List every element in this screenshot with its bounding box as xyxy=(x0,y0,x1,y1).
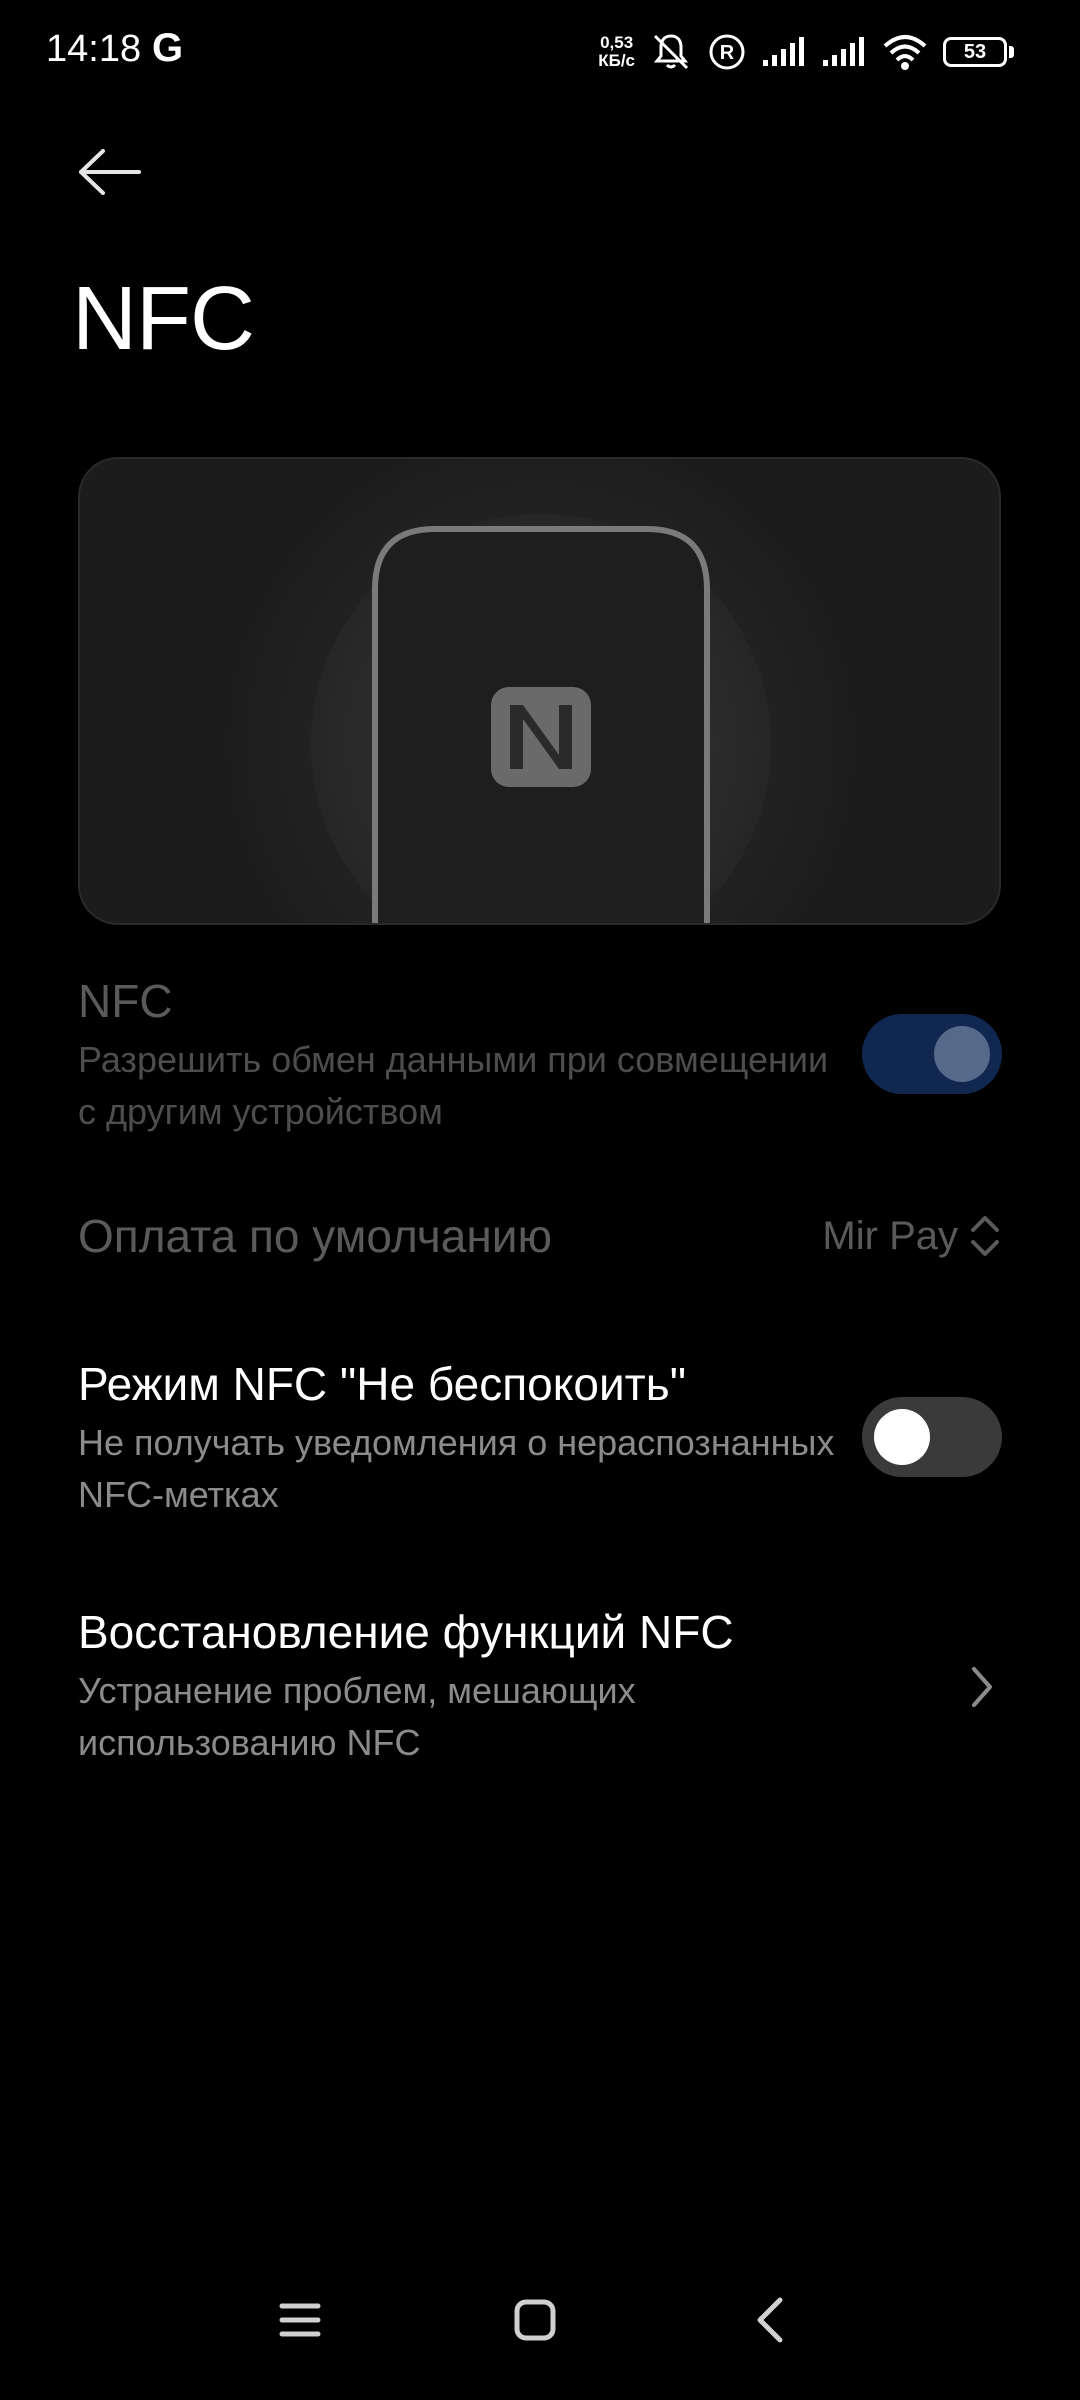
chevron-left-icon xyxy=(757,2297,783,2343)
chevron-right-icon xyxy=(972,1667,992,1707)
default-payment-row[interactable]: Оплата по умолчанию Mir Pay xyxy=(78,1207,1002,1267)
status-time: 14:18 xyxy=(46,28,142,70)
navigation-bar xyxy=(0,2270,1080,2400)
home-button[interactable] xyxy=(485,2270,585,2370)
default-payment-value: Mir Pay xyxy=(822,1213,958,1258)
network-speed-value: 0,53 xyxy=(600,33,634,52)
back-button[interactable] xyxy=(70,136,150,208)
nfc-dnd-row[interactable]: Режим NFC "Не беспокоить" Не получать ув… xyxy=(78,1355,1002,1525)
arrow-left-icon xyxy=(79,149,141,195)
wifi-icon xyxy=(883,35,927,70)
google-icon: G xyxy=(152,26,184,70)
network-speed: 0,53 КБ/с xyxy=(598,34,635,70)
signal-icon xyxy=(823,37,864,66)
nfc-illustration xyxy=(78,457,1001,925)
network-speed-unit: КБ/с xyxy=(598,51,635,70)
svg-text:R: R xyxy=(720,42,735,64)
home-square-icon xyxy=(514,2299,556,2341)
roaming-icon: R xyxy=(709,34,745,70)
nfc-logo-icon xyxy=(491,687,591,787)
nfc-phone-illustration xyxy=(221,459,861,923)
menu-icon xyxy=(279,2303,321,2337)
status-bar: 14:18 G 0,53 КБ/с R 53 xyxy=(0,0,1080,100)
status-icons: 0,53 КБ/с R 53 xyxy=(598,30,1014,74)
nfc-restore-row[interactable]: Восстановление функций NFC Устранение пр… xyxy=(78,1603,1002,1773)
default-payment-selector[interactable]: Mir Pay xyxy=(822,1207,1002,1265)
toggle-knob xyxy=(874,1409,930,1465)
page-title: NFC xyxy=(72,269,255,369)
nfc-setting-row[interactable]: NFC Разрешить обмен данными при совмещен… xyxy=(78,972,1002,1142)
back-nav-button[interactable] xyxy=(720,2270,820,2370)
nfc-dnd-toggle[interactable] xyxy=(862,1397,1002,1477)
nfc-toggle[interactable] xyxy=(862,1014,1002,1094)
nfc-setting-title: NFC xyxy=(78,975,173,1027)
nfc-restore-subtitle: Устранение проблем, мешающих использован… xyxy=(78,1670,636,1763)
battery-icon: 53 xyxy=(943,37,1007,67)
silent-icon xyxy=(653,34,689,70)
toggle-knob xyxy=(934,1026,990,1082)
up-down-chevron-icon xyxy=(971,1216,999,1256)
recents-button[interactable] xyxy=(250,2270,350,2370)
signal-icon xyxy=(763,37,804,66)
nfc-restore-title: Восстановление функций NFC xyxy=(78,1606,734,1658)
nfc-dnd-title: Режим NFC "Не беспокоить" xyxy=(78,1358,687,1410)
nfc-dnd-subtitle: Не получать уведомления о нераспознанных… xyxy=(78,1422,835,1515)
nfc-setting-subtitle: Разрешить обмен данными при совмещении с… xyxy=(78,1039,829,1132)
battery-level: 53 xyxy=(963,40,987,63)
